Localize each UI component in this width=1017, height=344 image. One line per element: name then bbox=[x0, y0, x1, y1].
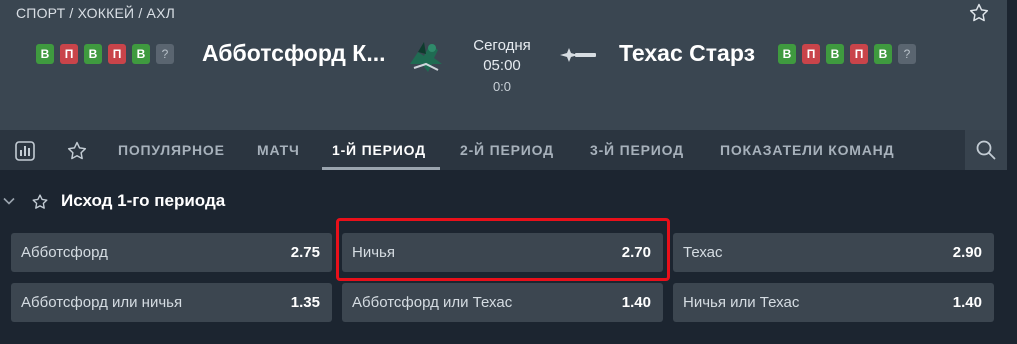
form-badge: П bbox=[108, 44, 126, 64]
odd-value: 1.35 bbox=[290, 294, 320, 311]
odd-button-home-or-draw[interactable]: Абботсфорд или ничья 1.35 bbox=[11, 283, 332, 322]
odd-label: Ничья bbox=[352, 244, 395, 261]
odd-button-draw[interactable]: Ничья 2.70 bbox=[342, 233, 663, 272]
odd-label: Абботсфорд bbox=[21, 244, 108, 261]
form-badge: В bbox=[874, 44, 892, 64]
search-button[interactable] bbox=[965, 130, 1007, 170]
odd-value: 2.75 bbox=[290, 244, 320, 261]
tab-popular[interactable]: ПОПУЛЯРНОЕ bbox=[118, 130, 225, 170]
tab-period-1[interactable]: 1-Й ПЕРИОД bbox=[332, 130, 426, 170]
home-team-form: В П В П В ? bbox=[36, 44, 174, 64]
match-score: 0:0 bbox=[492, 79, 512, 94]
tab-period-2[interactable]: 2-Й ПЕРИОД bbox=[460, 130, 554, 170]
match-time: 05:00 bbox=[483, 57, 521, 74]
odd-label: Ничья или Техас bbox=[683, 294, 800, 311]
form-badge: В bbox=[36, 44, 54, 64]
away-team-form: В П В П В ? bbox=[778, 44, 916, 64]
form-badge: В bbox=[826, 44, 844, 64]
tab-team-stats[interactable]: ПОКАЗАТЕЛИ КОМАНД bbox=[720, 130, 894, 170]
form-badge: ? bbox=[898, 44, 916, 64]
star-icon[interactable] bbox=[31, 193, 49, 211]
odd-button-draw-or-away[interactable]: Ничья или Техас 1.40 bbox=[673, 283, 994, 322]
match-info: Сегодня 05:00 0:0 bbox=[462, 36, 542, 98]
odd-value: 1.40 bbox=[952, 294, 982, 311]
odd-value: 2.90 bbox=[952, 244, 982, 261]
odd-label: Абботсфорд или ничья bbox=[21, 294, 183, 311]
away-team-name[interactable]: Техас Старз bbox=[619, 40, 755, 67]
tab-period-3[interactable]: 3-Й ПЕРИОД bbox=[590, 130, 684, 170]
star-icon[interactable] bbox=[968, 2, 990, 24]
odd-label: Абботсфорд или Техас bbox=[352, 294, 513, 311]
chevron-down-icon[interactable] bbox=[2, 194, 16, 208]
odd-button-home[interactable]: Абботсфорд 2.75 bbox=[11, 233, 332, 272]
form-badge: ? bbox=[156, 44, 174, 64]
form-badge: П bbox=[850, 44, 868, 64]
star-icon[interactable] bbox=[66, 140, 88, 162]
odd-button-away[interactable]: Техас 2.90 bbox=[673, 233, 994, 272]
form-badge: П bbox=[802, 44, 820, 64]
form-badge: В bbox=[84, 44, 102, 64]
market-header[interactable]: Исход 1-го периода bbox=[0, 184, 1007, 220]
odd-button-home-or-away[interactable]: Абботсфорд или Техас 1.40 bbox=[342, 283, 663, 322]
away-team-logo bbox=[560, 48, 596, 62]
active-tab-indicator bbox=[322, 167, 440, 170]
home-team-logo bbox=[410, 42, 442, 72]
breadcrumb[interactable]: СПОРТ / ХОККЕЙ / АХЛ bbox=[16, 5, 175, 21]
match-header: СПОРТ / ХОККЕЙ / АХЛ В П В П В ? Абботсф… bbox=[0, 0, 1007, 130]
tab-match[interactable]: МАТЧ bbox=[257, 130, 300, 170]
odd-label: Техас bbox=[683, 244, 723, 261]
stats-icon[interactable] bbox=[14, 140, 36, 162]
market-title: Исход 1-го периода bbox=[61, 191, 226, 210]
search-icon bbox=[976, 140, 996, 160]
form-badge: В bbox=[132, 44, 150, 64]
form-badge: П bbox=[60, 44, 78, 64]
odd-value: 1.40 bbox=[621, 294, 651, 311]
market-tabs: ПОПУЛЯРНОЕ МАТЧ 1-Й ПЕРИОД 2-Й ПЕРИОД 3-… bbox=[0, 130, 1007, 170]
odd-value: 2.70 bbox=[621, 244, 651, 261]
form-badge: В bbox=[778, 44, 796, 64]
home-team-name[interactable]: Абботсфорд К... bbox=[202, 40, 386, 67]
match-day: Сегодня bbox=[473, 37, 531, 54]
